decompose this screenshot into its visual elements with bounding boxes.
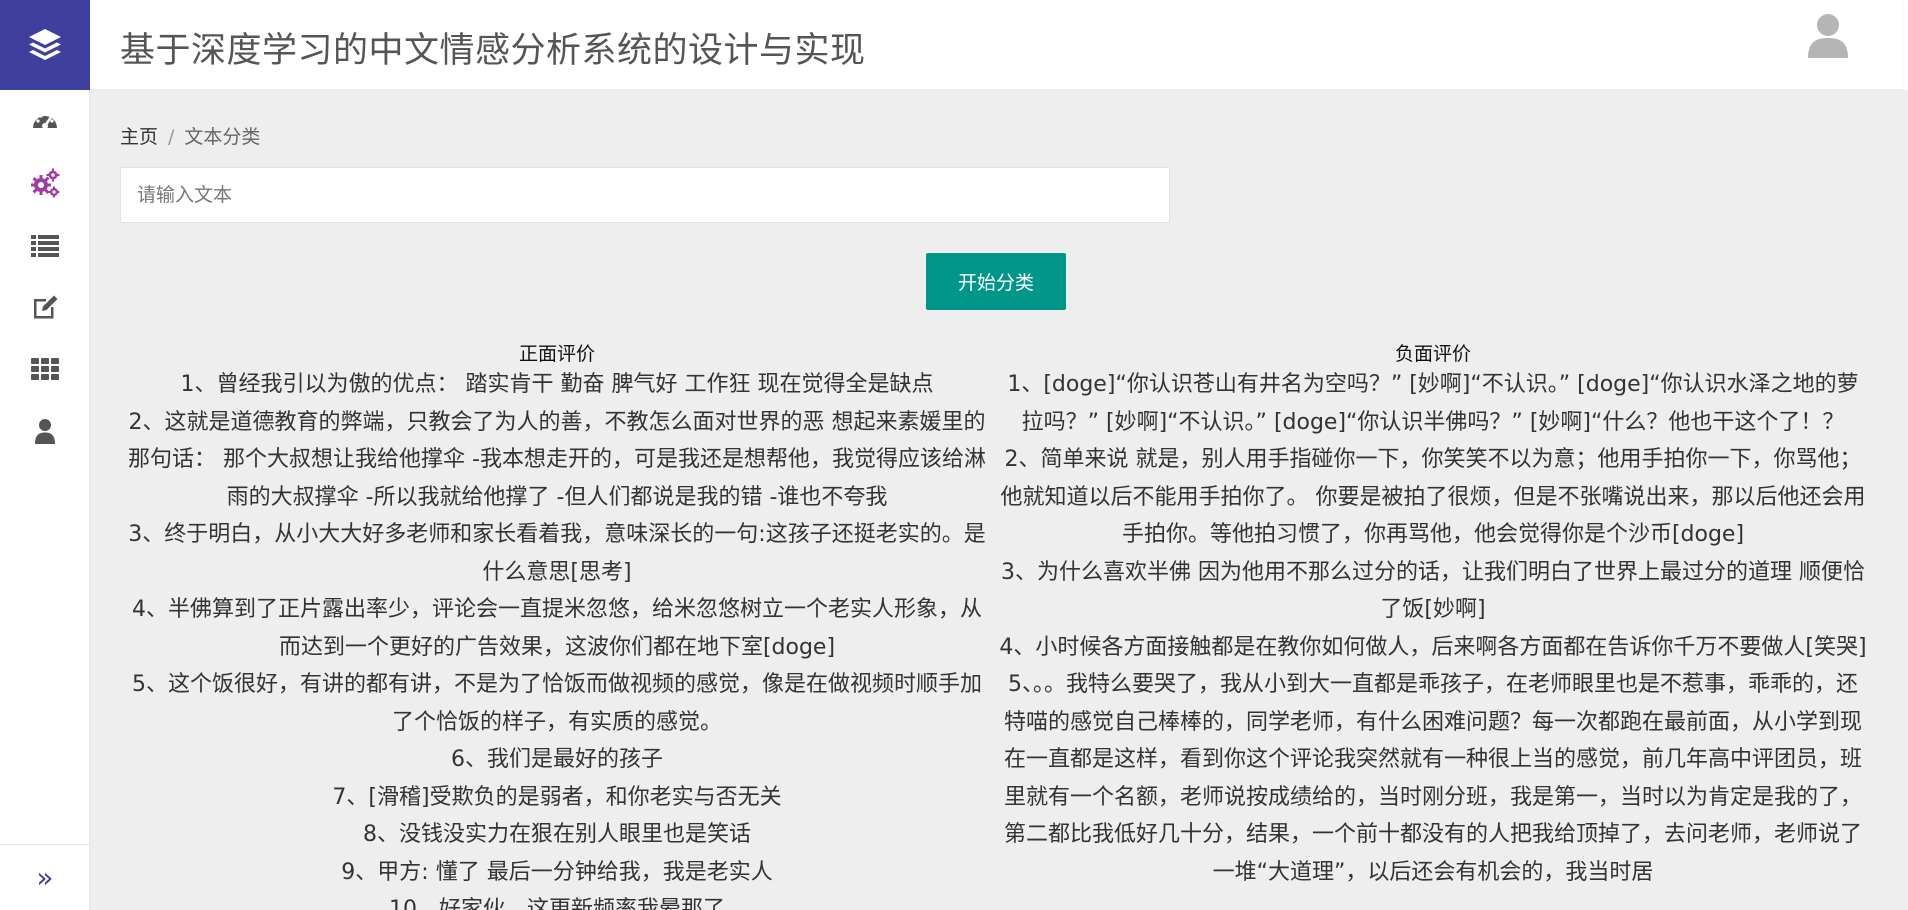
list-item: 3、终于明白，从小大大好多老师和家长看着我，意味深长的一句:这孩子还挺老实的。是… bbox=[128, 522, 986, 585]
list-item: 3、为什么喜欢半佛 因为他用不那么过分的话，让我们明白了世界上最过分的道理 顺便… bbox=[1001, 559, 1865, 623]
negative-list: 1、[doge]“你认识苍山有井名为空吗？” [妙啊]“不认识。” [doge]… bbox=[998, 366, 1868, 891]
gears-icon bbox=[31, 168, 60, 198]
list-item: 4、小时候各方面接触都是在教你如何做人，后来啊各方面都在告诉你千万不要做人[笑哭… bbox=[999, 634, 1867, 660]
grid-icon bbox=[31, 358, 59, 380]
list-item: 9、甲方: 懂了 最后一分钟给我，我是老实人 bbox=[341, 859, 773, 885]
page-title: 基于深度学习的中文情感分析系统的设计与实现 bbox=[120, 31, 866, 71]
negative-column: 负面评价 1、[doge]“你认识苍山有井名为空吗？” [妙啊]“不认识。” [… bbox=[998, 342, 1868, 891]
list-item: 1、[doge]“你认识苍山有井名为空吗？” [妙啊]“不认识。” [doge]… bbox=[1007, 372, 1859, 435]
list-item: 5、。。我特么要哭了，我从小到大一直都是乖孩子，在老师眼里也是不惹事，乖乖的，还… bbox=[1003, 672, 1862, 885]
list-item: 4、半佛算到了正片露出率少，评论会一直提米忽悠，给米忽悠树立一个老实人形象，从而… bbox=[132, 597, 982, 660]
main-content: 主页 / 文本分类 开始分类 正面评价 1、曾经我引以为傲的优点： 踏实肯干 勤奋 … bbox=[90, 90, 1908, 910]
sidebar: » bbox=[0, 0, 90, 910]
list-item: 6、我们是最好的孩子 bbox=[451, 747, 663, 772]
breadcrumb-separator: / bbox=[168, 126, 175, 148]
breadcrumb: 主页 / 文本分类 bbox=[120, 122, 260, 149]
sidebar-item-list[interactable] bbox=[0, 214, 90, 276]
double-chevron-right-icon: » bbox=[36, 861, 54, 894]
list-item: 2、简单来说 就是，别人用手指碰你一下，你笑笑不以为意；他用手拍你一下，你骂他；… bbox=[1000, 447, 1866, 547]
list-item: 7、[滑稽]受欺负的是弱者，和你老实与否无关 bbox=[332, 784, 782, 810]
start-classify-button[interactable]: 开始分类 bbox=[926, 253, 1066, 310]
layers-icon bbox=[29, 29, 61, 60]
sidebar-item-user[interactable] bbox=[0, 400, 90, 462]
app-logo[interactable] bbox=[0, 0, 90, 90]
sidebar-expand-button[interactable]: » bbox=[0, 844, 90, 910]
user-icon bbox=[35, 419, 55, 444]
negative-heading: 负面评价 bbox=[1394, 343, 1471, 365]
positive-column: 正面评价 1、曾经我引以为傲的优点： 踏实肯干 勤奋 脾气好 工作狂 现在觉得全… bbox=[122, 342, 992, 910]
list-item: 10、好家伙，这更新频率我晕那了 bbox=[389, 897, 725, 910]
list-icon bbox=[31, 235, 59, 257]
header: 基于深度学习的中文情感分析系统的设计与实现 bbox=[90, 0, 1903, 90]
text-input[interactable] bbox=[120, 167, 1170, 223]
dashboard-icon bbox=[33, 112, 57, 129]
sidebar-item-grid[interactable] bbox=[0, 338, 90, 400]
list-item: 2、这就是道德教育的弊端，只教会了为人的善，不教怎么面对世界的恶 想起来素媛里的… bbox=[128, 409, 986, 510]
list-item: 8、没钱没实力在狠在别人眼里也是笑话 bbox=[363, 822, 751, 847]
positive-list: 1、曾经我引以为傲的优点： 踏实肯干 勤奋 脾气好 工作狂 现在觉得全是缺点 2… bbox=[122, 366, 992, 910]
breadcrumb-current: 文本分类 bbox=[184, 126, 261, 148]
avatar[interactable] bbox=[1803, 10, 1853, 60]
sidebar-item-dashboard[interactable] bbox=[0, 90, 90, 152]
sidebar-item-text-classify[interactable] bbox=[0, 152, 90, 214]
list-item: 1、曾经我引以为傲的优点： 踏实肯干 勤奋 脾气好 工作狂 现在觉得全是缺点 bbox=[180, 372, 934, 397]
breadcrumb-home[interactable]: 主页 bbox=[120, 126, 158, 148]
sidebar-item-edit[interactable] bbox=[0, 276, 90, 338]
edit-icon bbox=[34, 295, 58, 319]
list-item: 5、这个饭很好，有讲的都有讲，不是为了恰饭而做视频的感觉，像是在做视频时顺手加了… bbox=[132, 672, 982, 735]
positive-heading: 正面评价 bbox=[518, 343, 595, 365]
